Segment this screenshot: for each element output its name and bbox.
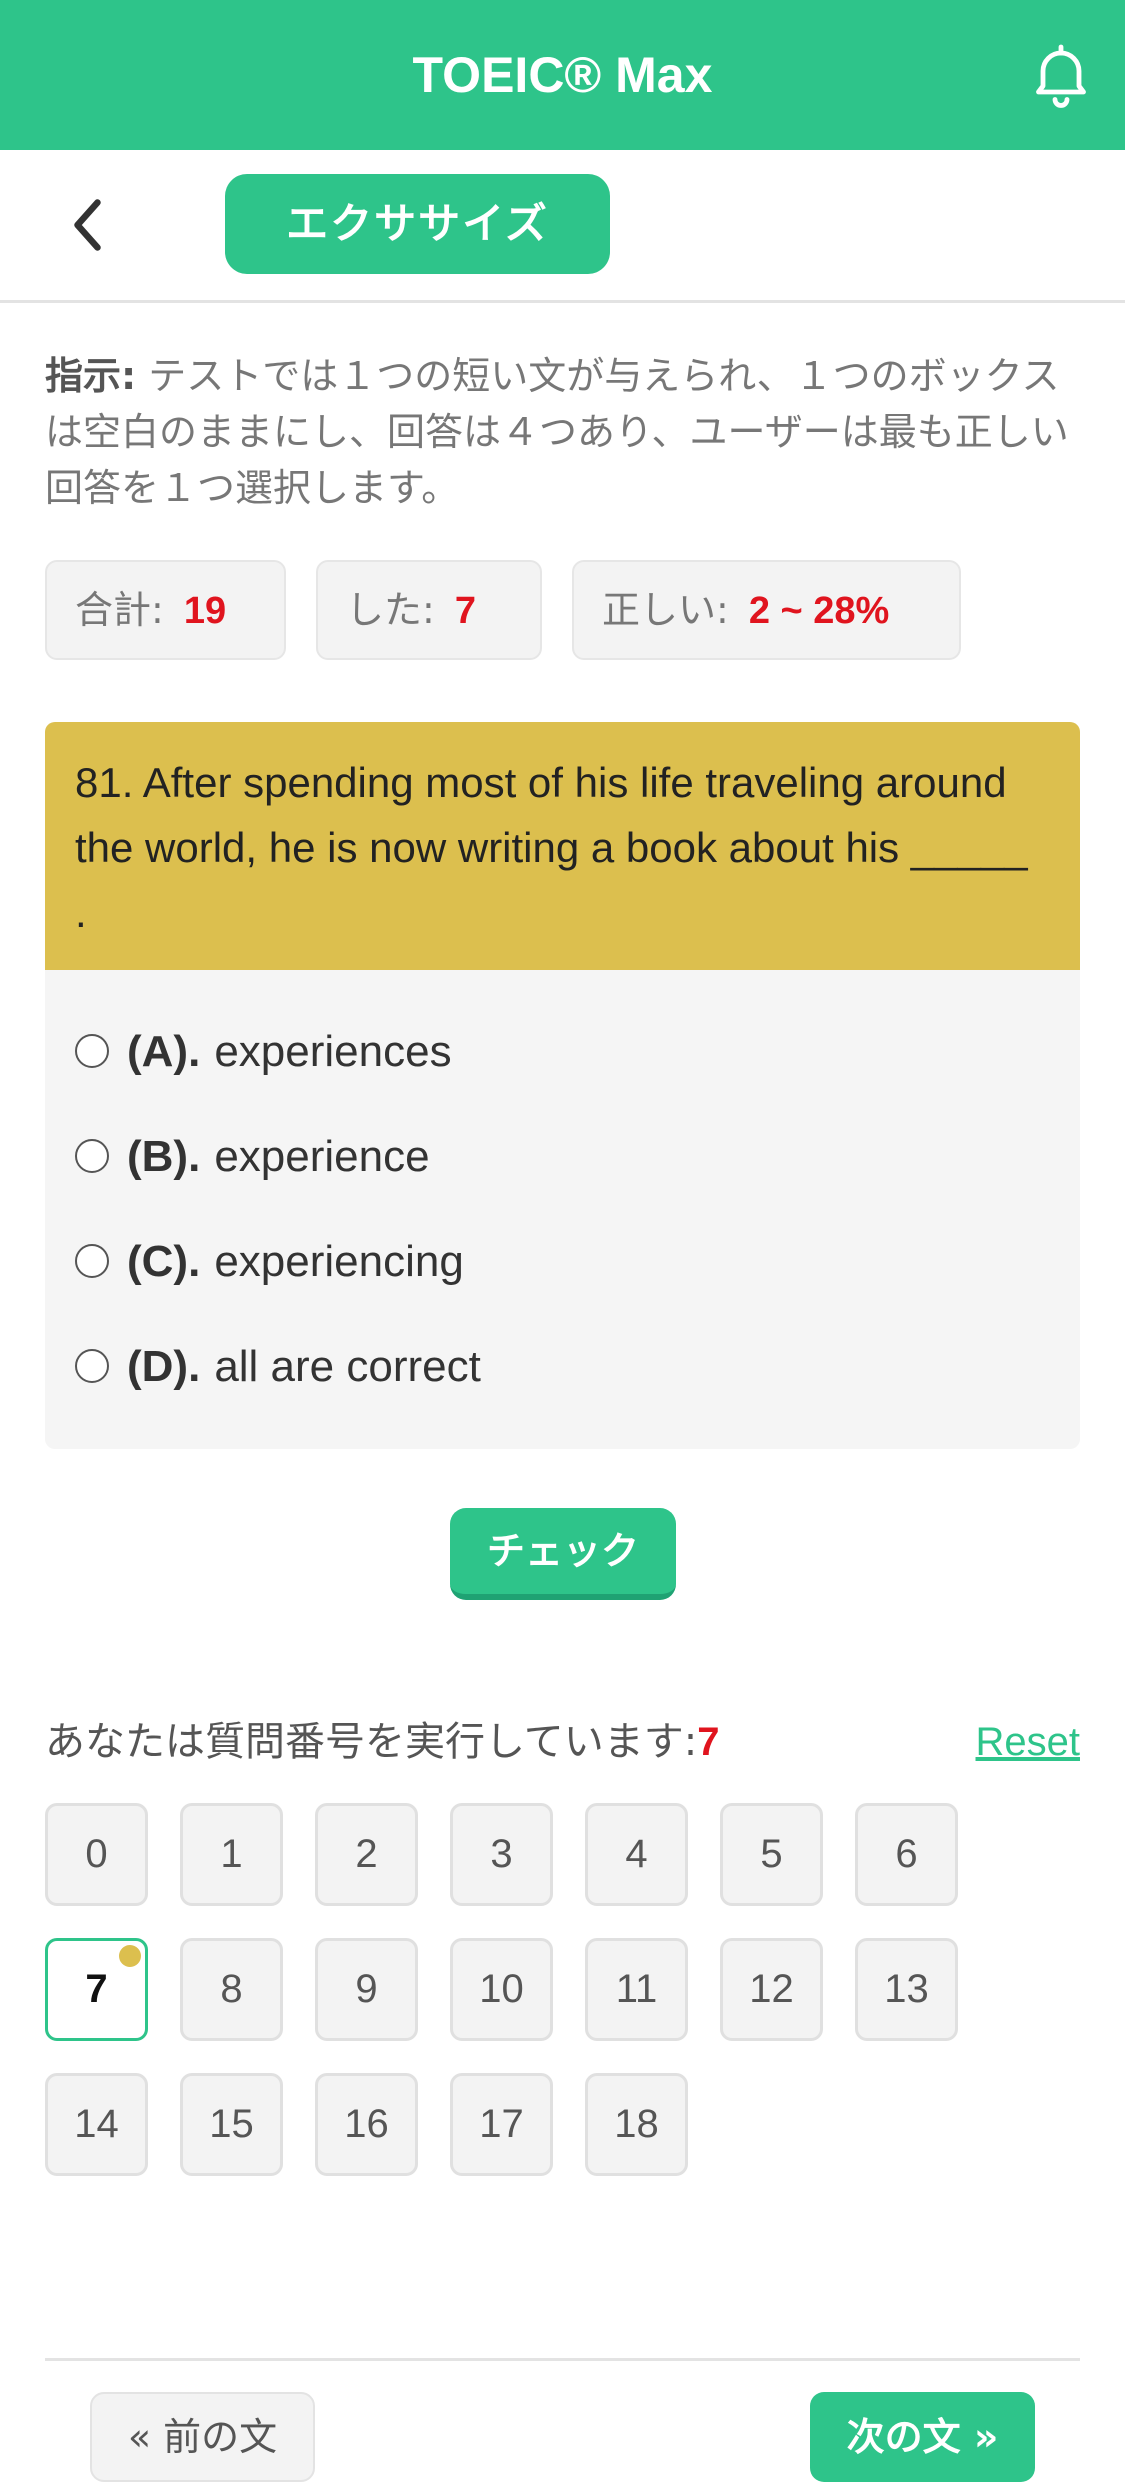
- question-number-8[interactable]: 8: [180, 1938, 283, 2041]
- question-number-15[interactable]: 15: [180, 2073, 283, 2176]
- question-number-12[interactable]: 12: [720, 1938, 823, 2041]
- radio-icon[interactable]: [75, 1139, 109, 1174]
- stat-correct-label: 正しい:: [602, 588, 729, 632]
- stat-done: した: 7: [316, 560, 542, 660]
- question-number-label: 2: [355, 1832, 378, 1876]
- question-number-5[interactable]: 5: [720, 1803, 823, 1906]
- question-number-label: 8: [220, 1967, 243, 2011]
- question-number-label: 16: [344, 2102, 389, 2146]
- question-number-label: 1: [220, 1832, 243, 1876]
- stat-total-label: 合計:: [75, 588, 164, 632]
- check-button[interactable]: チェック: [450, 1508, 676, 1600]
- question-number-label: 18: [614, 2102, 659, 2146]
- question-number-label: 6: [895, 1832, 918, 1876]
- option-d[interactable]: (D). all are correct: [75, 1332, 481, 1402]
- question-number-16[interactable]: 16: [315, 2073, 418, 2176]
- radio-icon[interactable]: [75, 1034, 109, 1069]
- instruction-text: 指示: テストでは１つの短い文が与えられ、１つのボックスは空白のままにし、回答は…: [45, 348, 1080, 516]
- question-number-6[interactable]: 6: [855, 1803, 958, 1906]
- question-number-17[interactable]: 17: [450, 2073, 553, 2176]
- instruction-label: 指示:: [45, 354, 137, 398]
- question-number-label: 3: [490, 1832, 513, 1876]
- question-number-label: 4: [625, 1832, 648, 1876]
- question-number-2[interactable]: 2: [315, 1803, 418, 1906]
- next-sentence-button[interactable]: 次の文 »: [810, 2392, 1035, 2482]
- sub-navigation-bar: エクササイズ: [0, 150, 1125, 303]
- progress-label: あなたは質問番号を実行しています:7: [45, 1712, 720, 1772]
- question-number-9[interactable]: 9: [315, 1938, 418, 2041]
- question-number-grid: 0 1 2 3 4 5 6 7 8 9 10 11 12 13 14 15 16 17 18: [45, 1803, 1080, 2183]
- question-number-10[interactable]: 10: [450, 1938, 553, 2041]
- divider: [45, 2358, 1080, 2361]
- option-text: experiencing: [214, 1237, 464, 1286]
- stat-total-value: 19: [183, 590, 227, 632]
- question-number-label: 17: [479, 2102, 524, 2146]
- question-number-label: 10: [479, 1967, 524, 2011]
- instruction-body: テストでは１つの短い文が与えられ、１つのボックスは空白のままにし、回答は４つあり…: [45, 354, 1069, 510]
- app-title: TOEIC® Max: [412, 47, 713, 103]
- progress-label-text: あなたは質問番号を実行しています:: [45, 1719, 698, 1765]
- question-number-label: 12: [749, 1967, 794, 2011]
- question-number-label: 11: [615, 1967, 658, 2011]
- option-a[interactable]: (A). experiences: [75, 1017, 452, 1087]
- option-text: all are correct: [214, 1342, 481, 1391]
- bell-icon[interactable]: [1025, 38, 1097, 110]
- question-number-14[interactable]: 14: [45, 2073, 148, 2176]
- question-number-11[interactable]: 11: [585, 1938, 688, 2041]
- prev-sentence-button[interactable]: « 前の文: [90, 2392, 315, 2482]
- chevron-left-icon[interactable]: [60, 195, 120, 255]
- question-number-18[interactable]: 18: [585, 2073, 688, 2176]
- question-number-label: 7: [85, 1967, 108, 2011]
- option-c[interactable]: (C). experiencing: [75, 1227, 464, 1297]
- reset-link[interactable]: Reset: [976, 1712, 1081, 1772]
- option-letter: (D).: [127, 1342, 201, 1391]
- question-number-label: 13: [884, 1967, 929, 2011]
- question-number-label: 9: [355, 1967, 378, 2011]
- question-number-7[interactable]: 7: [45, 1938, 148, 2041]
- question-number-3[interactable]: 3: [450, 1803, 553, 1906]
- option-letter: (C).: [127, 1237, 201, 1286]
- stat-done-value: 7: [454, 590, 476, 632]
- question-number-4[interactable]: 4: [585, 1803, 688, 1906]
- tab-exercise[interactable]: エクササイズ: [225, 174, 610, 274]
- option-text: experiences: [214, 1027, 452, 1076]
- radio-icon[interactable]: [75, 1349, 109, 1384]
- stat-total: 合計: 19: [45, 560, 286, 660]
- question-text: 81. After spending most of his life trav…: [45, 722, 1080, 970]
- question-number-label: 0: [85, 1832, 108, 1876]
- question-number-1[interactable]: 1: [180, 1803, 283, 1906]
- option-letter: (B).: [127, 1132, 201, 1181]
- stat-done-label: した:: [346, 588, 435, 632]
- question-card: 81. After spending most of his life trav…: [45, 722, 1080, 1449]
- current-question-number: 7: [697, 1720, 720, 1764]
- option-b[interactable]: (B). experience: [75, 1122, 430, 1192]
- question-number-13[interactable]: 13: [855, 1938, 958, 2041]
- radio-icon[interactable]: [75, 1244, 109, 1279]
- option-text: experience: [214, 1132, 430, 1181]
- current-indicator-dot: [119, 1945, 141, 1967]
- stat-correct-value: 2 ~ 28%: [748, 590, 890, 632]
- question-number-label: 5: [760, 1832, 783, 1876]
- question-number-label: 14: [74, 2102, 119, 2146]
- question-number-0[interactable]: 0: [45, 1803, 148, 1906]
- option-letter: (A).: [127, 1027, 201, 1076]
- app-header: TOEIC® Max: [0, 0, 1125, 150]
- question-number-label: 15: [209, 2102, 254, 2146]
- stat-correct: 正しい: 2 ~ 28%: [572, 560, 961, 660]
